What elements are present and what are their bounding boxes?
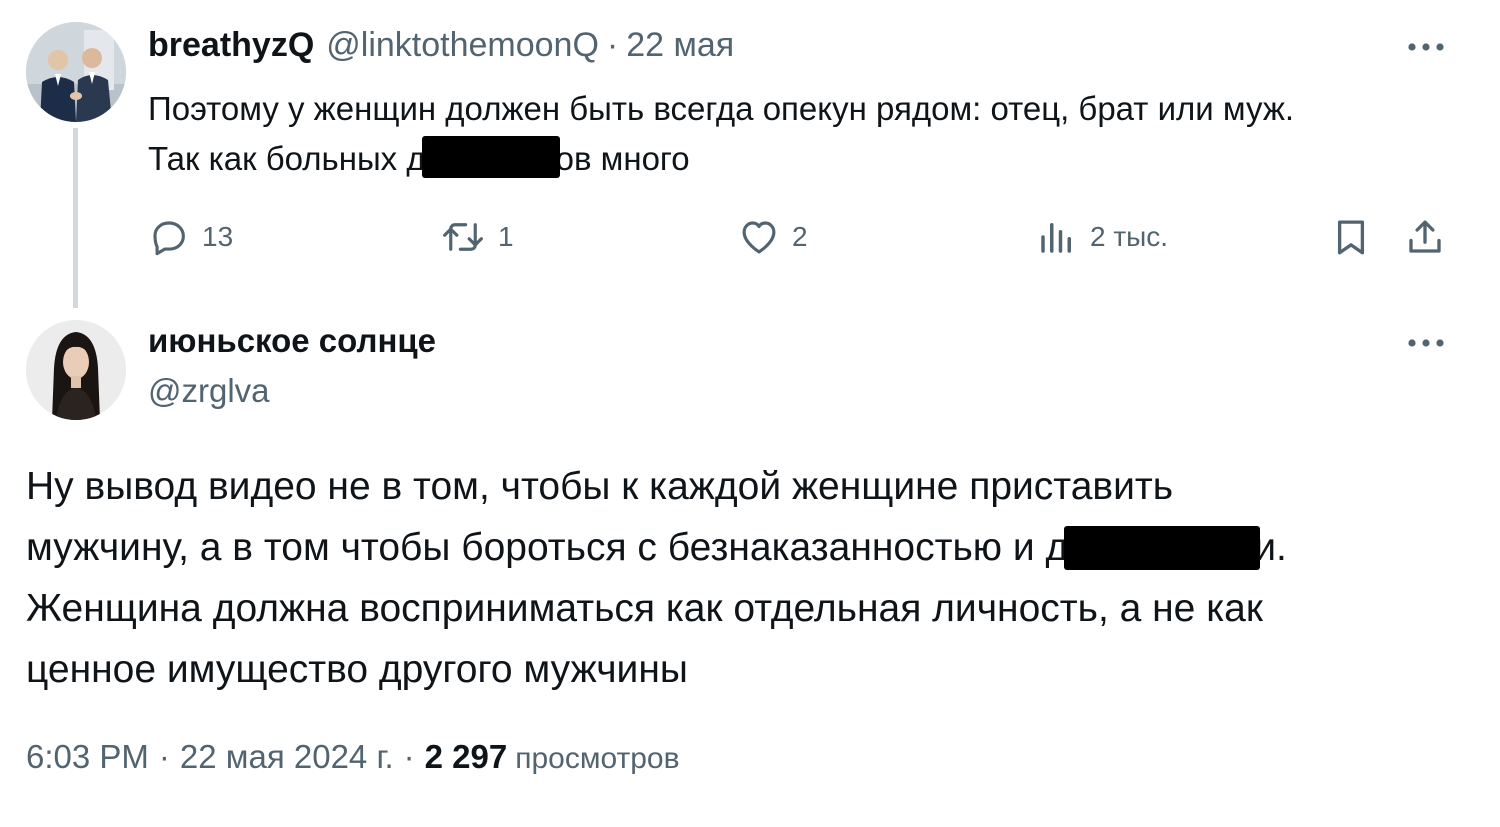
text-fragment: Так как больных д xyxy=(148,140,426,177)
more-horizontal-icon xyxy=(1408,43,1444,51)
reply-button[interactable]: 13 xyxy=(148,210,233,264)
reply-count: 13 xyxy=(202,221,234,252)
parent-text-line: Поэтому у женщин должен быть всегда опек… xyxy=(148,90,1295,127)
retweet-count: 1 xyxy=(498,221,514,252)
more-options-button[interactable] xyxy=(1402,32,1450,62)
like-count: 2 xyxy=(792,221,808,252)
views-count: 2 297 xyxy=(424,738,508,775)
heart-icon xyxy=(742,221,776,254)
share-button[interactable] xyxy=(1404,210,1446,264)
main-tweet-text: Ну вывод видео не в том, чтобы к каждой … xyxy=(26,456,1476,700)
views-label: просмотров xyxy=(515,742,680,775)
views-bars-icon xyxy=(1041,223,1071,253)
more-horizontal-icon xyxy=(1408,339,1444,347)
parent-text-line: Так как больных д ов много xyxy=(148,134,1468,184)
parent-display-name[interactable]: breathyzQ xyxy=(148,26,314,65)
meta-separator: · xyxy=(606,26,619,64)
retweet-button[interactable]: 1 xyxy=(440,210,514,264)
main-handle[interactable]: @zrglva xyxy=(148,372,270,410)
main-text-line: мужчину, а в том чтобы бороться с безнак… xyxy=(26,517,1476,578)
parent-tweet[interactable]: breathyzQ @linktothemoonQ · 22 мая Поэто… xyxy=(0,0,1500,310)
main-text-line: ценное имущество другого мужчины xyxy=(26,648,688,691)
retweet-icon xyxy=(443,223,483,251)
main-text-line: Женщина должна восприниматься как отдель… xyxy=(26,587,1263,630)
tweet-date[interactable]: 22 мая 2024 г. xyxy=(180,738,394,776)
views-count-short: 2 тыс. xyxy=(1090,221,1169,252)
tweet-action-bar: 13 1 2 2 тыс. xyxy=(148,210,1458,264)
main-avatar[interactable] xyxy=(26,320,126,420)
text-fragment: мужчину, а в том чтобы бороться с безнак… xyxy=(26,526,1069,569)
meta-separator: · xyxy=(158,738,170,775)
parent-tweet-header: breathyzQ @linktothemoonQ · 22 мая xyxy=(148,26,734,70)
parent-tweet-text: Поэтому у женщин должен быть всегда опек… xyxy=(148,84,1468,184)
avatar-photo-two-men-icon xyxy=(26,22,126,122)
bookmark-icon xyxy=(1337,220,1365,255)
text-fragment: ов много xyxy=(555,140,690,177)
share-upload-icon xyxy=(1409,220,1441,253)
main-text-line: Ну вывод видео не в том, чтобы к каждой … xyxy=(26,465,1174,508)
more-options-button[interactable] xyxy=(1402,328,1450,358)
parent-handle[interactable]: @linktothemoonQ xyxy=(326,26,599,65)
like-button[interactable]: 2 xyxy=(738,210,808,264)
parent-date[interactable]: 22 мая xyxy=(626,26,734,65)
parent-avatar[interactable] xyxy=(26,22,126,122)
tweet-thread-view: breathyzQ @linktothemoonQ · 22 мая Поэто… xyxy=(0,0,1500,827)
thread-connector-line xyxy=(73,128,78,308)
tweet-time[interactable]: 6:03 PM xyxy=(26,738,149,776)
meta-separator: · xyxy=(403,738,415,775)
main-display-name[interactable]: июньское солнце xyxy=(148,322,436,360)
reply-bubble-icon xyxy=(153,221,185,256)
bookmark-button[interactable] xyxy=(1330,210,1372,264)
main-tweet-meta: 6:03 PM · 22 мая 2024 г. · 2 297 просмот… xyxy=(26,738,680,788)
redaction-bar xyxy=(1064,525,1261,570)
redaction-bar xyxy=(421,136,560,179)
views-button[interactable]: 2 тыс. xyxy=(1036,210,1168,264)
avatar-photo-woman-icon xyxy=(26,320,126,420)
